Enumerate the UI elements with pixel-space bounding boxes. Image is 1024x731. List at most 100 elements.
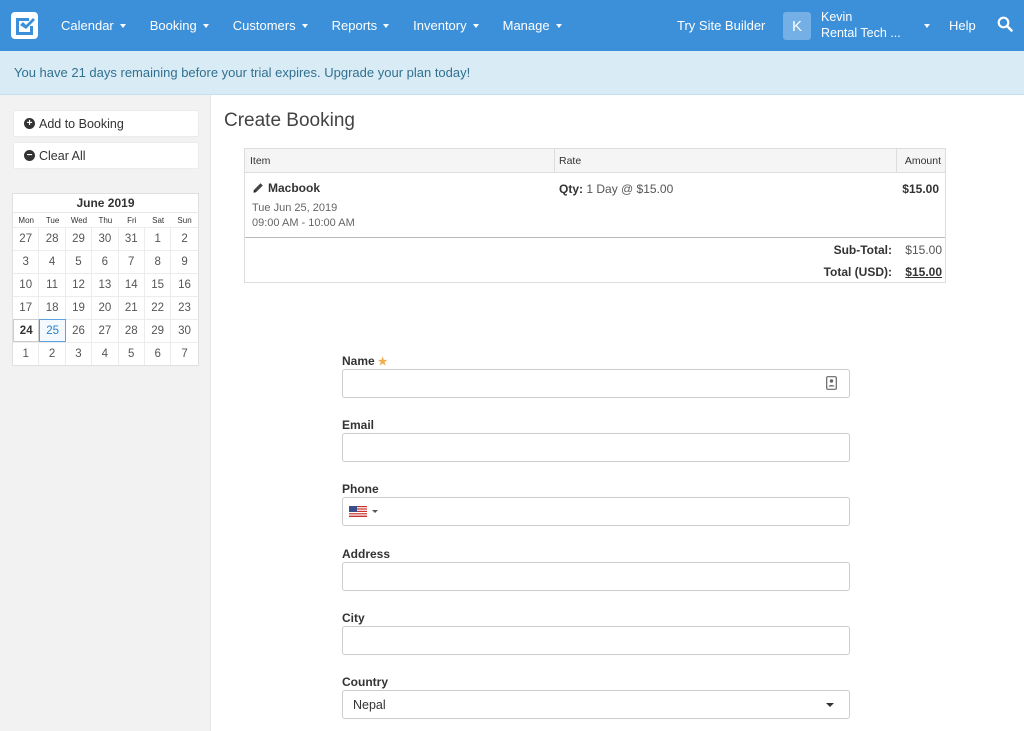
calendar-day[interactable]: 19 [65,296,93,319]
city-label: City [342,611,365,625]
calendar-day[interactable]: 13 [92,273,119,296]
calendar-day[interactable]: 6 [144,342,172,365]
calendar-day[interactable]: 21 [118,296,145,319]
user-menu[interactable]: Kevin Rental Tech ... [821,9,911,41]
trial-banner-text: You have 21 days remaining before your t… [14,65,471,80]
calendar-day[interactable]: 5 [65,250,93,273]
try-site-builder-link[interactable]: Try Site Builder [677,0,765,51]
calendar-day[interactable]: 12 [65,273,93,296]
user-name: Kevin [821,10,853,24]
clear-all-label: Clear All [39,148,86,163]
calendar-day[interactable]: 9 [171,250,198,273]
table-header: Item Rate Amount [245,149,945,173]
calendar-day[interactable]: 10 [13,273,40,296]
calendar-day[interactable]: 6 [92,250,119,273]
calendar-day[interactable]: 30 [171,319,198,342]
calendar-day[interactable]: 26 [65,319,93,342]
nav-inventory[interactable]: Inventory [401,0,490,51]
plus-circle-icon: + [24,118,35,129]
chevron-down-icon [119,23,126,28]
calendar-day[interactable]: 31 [118,227,145,250]
qty-value: 1 Day @ $15.00 [586,182,674,196]
email-field[interactable] [342,433,850,462]
page-title: Create Booking [224,110,355,131]
calendar-day[interactable]: 3 [65,342,93,365]
address-field[interactable] [342,562,850,591]
total-value: $15.00 [905,265,942,279]
nav-customers[interactable]: Customers [221,0,320,51]
calendar-day[interactable]: 17 [13,296,40,319]
booking-summary-table: Item Rate Amount Macbook Tue Jun 25, 201… [244,148,946,283]
nav-reports-label: Reports [331,18,378,33]
name-label-text: Name [342,354,375,368]
weekday-header: Sun [171,212,198,227]
calendar-day[interactable]: 4 [39,250,66,273]
calendar-day[interactable]: 18 [39,296,66,319]
avatar[interactable]: K [783,12,811,40]
calendar-day[interactable]: 7 [171,342,198,365]
mini-calendar: June 2019 Mon Tue Wed Thu Fri Sat Sun 27 28 29 30 3… [12,193,199,366]
column-header-item: Item [250,155,271,167]
calendar-day[interactable]: 23 [171,296,198,319]
search-icon[interactable] [997,16,1015,34]
weekday-header: Wed [65,212,93,227]
calendar-day[interactable]: 27 [13,227,40,250]
calendar-day[interactable]: 27 [92,319,119,342]
clear-all-button[interactable]: − Clear All [13,142,199,169]
country-select[interactable]: Nepal [342,690,850,719]
calendar-day[interactable]: 22 [144,296,172,319]
nav-reports[interactable]: Reports [320,0,402,51]
calendar-day[interactable]: 14 [118,273,145,296]
name-field[interactable] [342,369,850,398]
contact-card-icon[interactable] [826,376,837,390]
add-to-booking-button[interactable]: + Add to Booking [13,110,199,137]
calendar-day[interactable]: 1 [13,342,40,365]
calendar-day[interactable]: 2 [171,227,198,250]
country-code-dropdown[interactable] [349,506,378,517]
calendar-day[interactable]: 29 [144,319,172,342]
checkbox-logo-icon[interactable] [11,12,38,39]
add-to-booking-label: Add to Booking [39,116,124,131]
calendar-day[interactable]: 25 [39,319,66,342]
calendar-day[interactable]: 11 [39,273,66,296]
weekday-header: Fri [118,212,145,227]
user-menu-chevron-down-icon[interactable] [924,24,930,28]
calendar-day[interactable]: 29 [65,227,93,250]
calendar-day[interactable]: 2 [39,342,66,365]
city-field[interactable] [342,626,850,655]
calendar-day[interactable]: 28 [118,319,145,342]
calendar-day[interactable]: 7 [118,250,145,273]
country-label: Country [342,675,388,689]
item-time: 09:00 AM - 10:00 AM [252,217,355,229]
item-date: Tue Jun 25, 2019 [252,202,338,214]
chevron-down-icon [202,23,209,28]
nav-calendar-label: Calendar [61,18,114,33]
qty-label: Qty: [559,182,583,196]
chevron-down-icon [301,23,308,28]
calendar-day[interactable]: 24 [13,319,40,342]
us-flag-icon [349,506,367,517]
calendar-day[interactable]: 20 [92,296,119,319]
column-divider [554,149,555,173]
calendar-day[interactable]: 4 [92,342,119,365]
phone-field[interactable] [342,497,850,526]
calendar-day[interactable]: 30 [92,227,119,250]
nav-calendar[interactable]: Calendar [49,0,138,51]
calendar-day[interactable]: 16 [171,273,198,296]
calendar-day[interactable]: 5 [118,342,145,365]
pencil-icon[interactable] [252,182,264,194]
nav-booking-label: Booking [149,18,197,33]
calendar-day[interactable]: 8 [144,250,172,273]
calendar-day[interactable]: 28 [39,227,66,250]
nav-booking[interactable]: Booking [138,0,221,51]
item-rate: Qty: 1 Day @ $15.00 [559,182,673,196]
help-link[interactable]: Help [949,0,976,51]
nav-inventory-label: Inventory [413,18,467,33]
booking-item[interactable]: Macbook [252,181,320,195]
column-header-rate: Rate [559,155,582,167]
calendar-day[interactable]: 3 [13,250,40,273]
weekday-header: Mon [13,212,40,227]
nav-manage[interactable]: Manage [491,0,574,51]
calendar-day[interactable]: 1 [144,227,172,250]
calendar-day[interactable]: 15 [144,273,172,296]
